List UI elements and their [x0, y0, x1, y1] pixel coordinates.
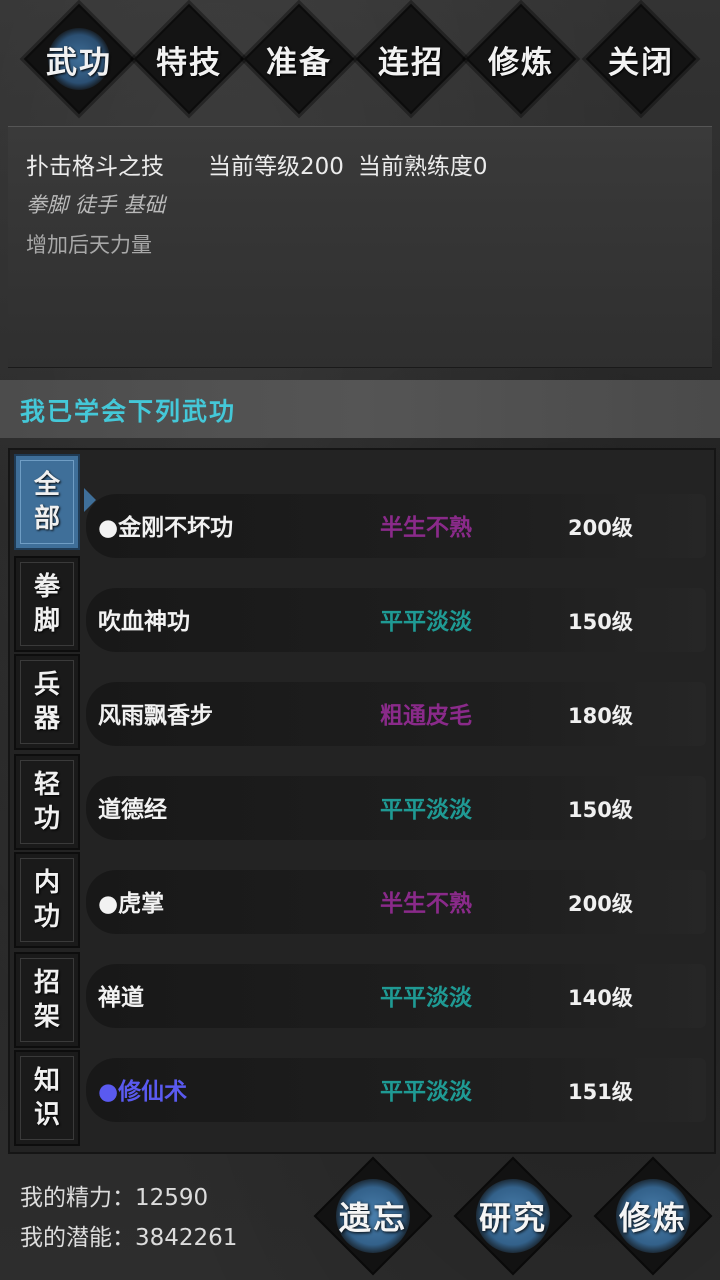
skill-level: 180级: [568, 704, 633, 728]
category-all[interactable]: 全 部: [14, 454, 80, 550]
research-button[interactable]: 研究: [453, 1156, 573, 1276]
tab-prepare[interactable]: 准备: [243, 3, 355, 115]
skill-name: 吹血神功: [98, 609, 190, 635]
skill-name: ●修仙术: [98, 1079, 188, 1105]
skill-row[interactable]: 禅道 平平淡淡 140级: [86, 964, 706, 1028]
practice-button-label: 修炼: [618, 1199, 687, 1237]
tab-label: 修炼: [488, 44, 554, 81]
skill-row[interactable]: ●金刚不坏功 半生不熟 200级: [86, 494, 706, 558]
skill-name: ●金刚不坏功: [98, 515, 234, 541]
category-char: 轻: [33, 770, 60, 800]
tab-label: 连招: [378, 44, 444, 81]
category-char: 招: [33, 968, 60, 998]
skill-level: 151级: [568, 1080, 633, 1104]
skill-level: 150级: [568, 798, 633, 822]
category-char: 架: [33, 1002, 60, 1032]
tab-label: 准备: [266, 44, 332, 81]
skill-name: 风雨飘香步: [98, 703, 213, 729]
category-lightness[interactable]: 轻 功: [14, 754, 80, 850]
category-char: 功: [33, 804, 60, 834]
tab-close[interactable]: 关闭: [585, 3, 697, 115]
tab-label: 特技: [156, 44, 222, 81]
category-char: 全: [33, 470, 60, 500]
skill-row[interactable]: ●虎掌 半生不熟 200级: [86, 870, 706, 934]
skill-info-header: 扑击格斗之技 当前等级200 当前熟练度0: [26, 147, 488, 181]
category-parry[interactable]: 招 架: [14, 952, 80, 1048]
tab-special-skills[interactable]: 特技: [133, 3, 245, 115]
skill-tags: 拳脚 徒手 基础: [26, 193, 166, 217]
skill-effect: 增加后天力量: [26, 233, 152, 257]
current-level: 当前等级200: [208, 154, 344, 180]
tab-label: 关闭: [608, 44, 674, 81]
category-char: 知: [33, 1066, 60, 1096]
category-char: 功: [33, 902, 60, 932]
skill-name: ●虎掌: [98, 891, 165, 917]
skill-row[interactable]: 吹血神功 平平淡淡 150级: [86, 588, 706, 652]
skill-name: 道德经: [98, 797, 167, 823]
learned-skills-title: 我已学会下列武功: [20, 397, 237, 426]
skill-row[interactable]: 道德经 平平淡淡 150级: [86, 776, 706, 840]
category-char: 内: [33, 868, 60, 898]
skill-grade: 平平淡淡: [380, 985, 472, 1011]
skill-grade: 粗通皮毛: [380, 703, 472, 729]
category-char: 拳: [33, 572, 60, 602]
tab-cultivate[interactable]: 修炼: [465, 3, 577, 115]
skill-grade: 平平淡淡: [380, 609, 472, 635]
skill-list-frame: 全 部 拳 脚 兵 器 轻 功 内 功 招 架 知 识 ●金刚不坏功 半生不熟 …: [8, 448, 716, 1154]
skill-level: 200级: [568, 516, 633, 540]
skill-name: 禅道: [98, 985, 144, 1011]
skill-grade: 半生不熟: [380, 891, 472, 917]
selected-skill-name: 扑击格斗之技: [26, 154, 164, 180]
category-internal[interactable]: 内 功: [14, 852, 80, 948]
tab-martial-arts[interactable]: 武功: [23, 3, 135, 115]
skill-row[interactable]: 风雨飘香步 粗通皮毛 180级: [86, 682, 706, 746]
category-fist[interactable]: 拳 脚: [14, 556, 80, 652]
forget-button-label: 遗忘: [338, 1199, 407, 1237]
category-knowledge[interactable]: 知 识: [14, 1050, 80, 1146]
skill-level: 150级: [568, 610, 633, 634]
current-proficiency: 当前熟练度0: [357, 154, 488, 180]
category-weapon[interactable]: 兵 器: [14, 654, 80, 750]
skill-level: 200级: [568, 892, 633, 916]
energy-stat: 我的精力：12590: [20, 1185, 209, 1211]
category-char: 部: [33, 504, 60, 534]
practice-button[interactable]: 修炼: [593, 1156, 713, 1276]
player-stats: 我的精力：12590 我的潜能：3842261: [20, 1178, 237, 1258]
skill-row[interactable]: ●修仙术 平平淡淡 151级: [86, 1058, 706, 1122]
skill-grade: 平平淡淡: [380, 797, 472, 823]
skill-level: 140级: [568, 986, 633, 1010]
category-char: 脚: [33, 606, 60, 636]
category-char: 兵: [33, 670, 60, 700]
category-char: 器: [33, 704, 60, 734]
potential-stat: 我的潜能：3842261: [20, 1225, 238, 1251]
tab-combo[interactable]: 连招: [355, 3, 467, 115]
top-tab-bar: 武功 特技 准备 连招 修炼 关闭: [0, 0, 720, 130]
research-button-label: 研究: [478, 1199, 547, 1237]
skill-info-panel: 扑击格斗之技 当前等级200 当前熟练度0 拳脚 徒手 基础 增加后天力量: [8, 126, 712, 368]
skill-grade: 半生不熟: [380, 515, 472, 541]
forget-button[interactable]: 遗忘: [313, 1156, 433, 1276]
skill-grade: 平平淡淡: [380, 1079, 472, 1105]
category-char: 识: [33, 1100, 60, 1130]
learned-skills-header: 我已学会下列武功: [0, 380, 720, 438]
tab-label: 武功: [46, 44, 112, 81]
